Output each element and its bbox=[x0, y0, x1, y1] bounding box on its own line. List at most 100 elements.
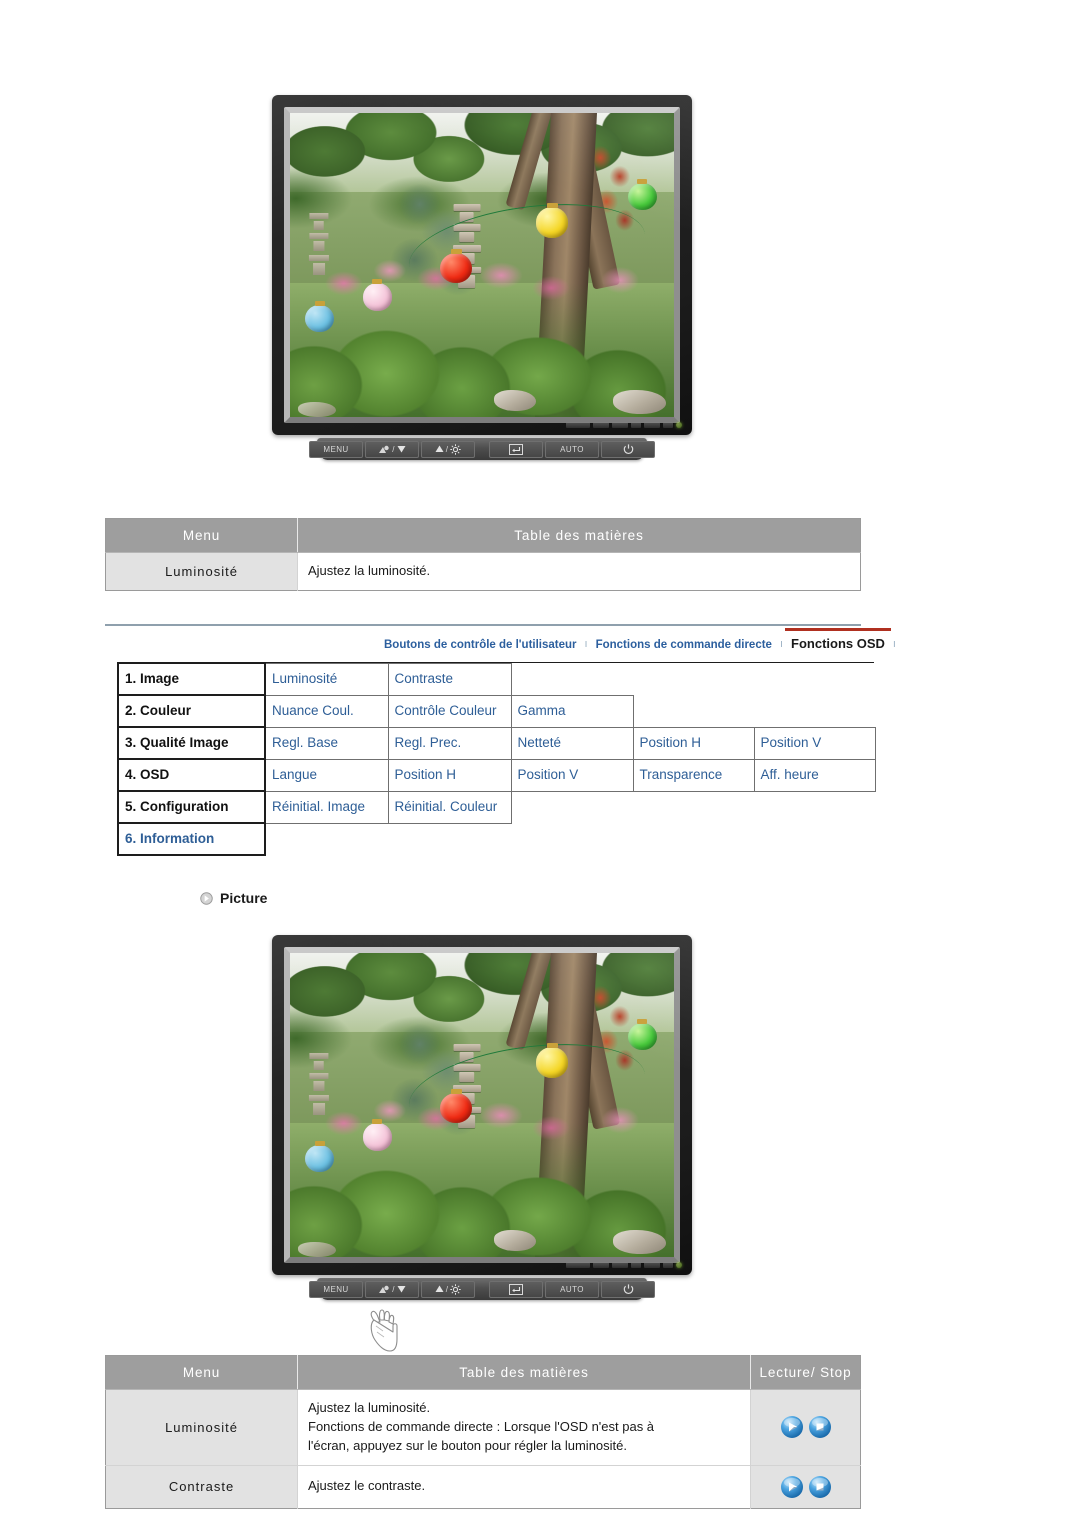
osd-level1-image[interactable]: 1. Image bbox=[117, 662, 266, 696]
enter-button[interactable] bbox=[489, 1280, 543, 1298]
osd-map-row-image-quality: 3. Qualité Image Regl. Base Regl. Prec. … bbox=[117, 726, 876, 760]
photo-rock bbox=[612, 389, 667, 414]
table-row: Contraste Ajustez le contraste. bbox=[105, 1465, 861, 1509]
section-heading-picture: Picture bbox=[200, 890, 267, 906]
osd-level1-setup[interactable]: 5. Configuration bbox=[117, 790, 266, 824]
nav-separator: ı bbox=[779, 638, 784, 650]
osd-level2-h-position[interactable]: Position H bbox=[387, 758, 512, 792]
osd-map-row-setup: 5. Configuration Réinitial. Image Réinit… bbox=[117, 790, 875, 824]
photo-lantern-yellow bbox=[535, 202, 569, 238]
photo-lantern-pink bbox=[362, 279, 392, 311]
monitor-inner-bezel bbox=[284, 947, 680, 1263]
osd-level2-image-reset[interactable]: Réinitial. Image bbox=[264, 790, 389, 824]
nav-tab-user-control-buttons[interactable]: Boutons de contrôle de l'utilisateur bbox=[378, 632, 583, 654]
table-header-row: Menu Table des matières Lecture/ Stop bbox=[105, 1355, 861, 1390]
osd-level2-gamma[interactable]: Gamma bbox=[510, 694, 634, 728]
photo-rock bbox=[493, 1229, 536, 1251]
source-down-button[interactable]: / bbox=[365, 440, 419, 458]
source-down-button[interactable]: / bbox=[365, 1280, 419, 1298]
osd-level2-coarse[interactable]: Regl. Base bbox=[264, 726, 389, 760]
arrow-up-icon bbox=[435, 1285, 444, 1292]
osd-level2-v-position[interactable]: Position V bbox=[753, 726, 876, 760]
photo-rock bbox=[297, 1241, 337, 1257]
play-icon[interactable] bbox=[780, 1415, 804, 1439]
description-line: Ajustez la luminosité. bbox=[308, 1400, 431, 1415]
osd-level1-color[interactable]: 2. Couleur bbox=[117, 694, 266, 728]
osd-menu-map: 1. Image Luminosité Contraste 2. Couleur… bbox=[117, 662, 876, 856]
label-chip-icon bbox=[593, 1262, 609, 1268]
monitor-bezel bbox=[272, 935, 692, 1275]
brightness-icon bbox=[450, 443, 462, 455]
enter-icon bbox=[509, 443, 523, 455]
stop-icon[interactable] bbox=[808, 1415, 832, 1439]
label-chip-icon bbox=[644, 422, 660, 428]
table-row: Luminosité Ajustez la luminosité. Foncti… bbox=[105, 1389, 861, 1466]
menu-button[interactable]: MENU bbox=[309, 1280, 363, 1298]
cell-play-stop bbox=[750, 1389, 861, 1466]
osd-level2-color-control[interactable]: Contrôle Couleur bbox=[387, 694, 512, 728]
osd-map-row-color: 2. Couleur Nuance Coul. Contrôle Couleur… bbox=[117, 694, 875, 728]
stop-icon[interactable] bbox=[808, 1475, 832, 1499]
enter-button[interactable] bbox=[489, 440, 543, 458]
power-led-icon bbox=[676, 1262, 682, 1268]
enter-icon bbox=[509, 1283, 523, 1295]
section-title: Picture bbox=[220, 890, 268, 906]
osd-empty-cell bbox=[754, 823, 875, 855]
nav-tab-direct-functions[interactable]: Fonctions de commande directe bbox=[590, 632, 778, 654]
osd-level2-display-time[interactable]: Aff. heure bbox=[753, 758, 876, 792]
osd-level1-information[interactable]: 6. Information bbox=[117, 822, 266, 856]
photo-lantern-pink bbox=[362, 1119, 392, 1151]
picture-menu-table: Menu Table des matières Lecture/ Stop Lu… bbox=[105, 1355, 861, 1509]
osd-level2-sharpness[interactable]: Netteté bbox=[510, 726, 634, 760]
brightness-icon bbox=[450, 1283, 462, 1295]
table-header-row: Menu Table des matières bbox=[105, 518, 861, 553]
auto-button[interactable]: AUTO bbox=[545, 1280, 599, 1298]
up-brightness-button[interactable]: / bbox=[421, 440, 475, 458]
osd-level1-osd[interactable]: 4. OSD bbox=[117, 758, 266, 792]
photo-lantern-blue bbox=[305, 1140, 335, 1172]
power-led-icon bbox=[676, 422, 682, 428]
osd-level2-contrast[interactable]: Contraste bbox=[387, 662, 512, 696]
osd-level2-v-position[interactable]: Position V bbox=[510, 758, 634, 792]
col-header-play-stop: Lecture/ Stop bbox=[750, 1355, 861, 1390]
menu-button[interactable]: MENU bbox=[309, 440, 363, 458]
osd-map-row-information: 6. Information bbox=[117, 822, 875, 856]
brand-logo-icon bbox=[566, 422, 590, 428]
play-icon[interactable] bbox=[780, 1475, 804, 1499]
up-brightness-button[interactable]: / bbox=[421, 1280, 475, 1298]
label-chip-icon bbox=[663, 1262, 673, 1268]
monitor-illustration-bottom: MENU / / AUTO bbox=[272, 935, 692, 1352]
source-icon bbox=[379, 1285, 389, 1293]
source-icon bbox=[379, 445, 389, 453]
label-chip-icon bbox=[593, 422, 609, 428]
osd-level2-brightness[interactable]: Luminosité bbox=[264, 662, 389, 696]
col-header-contents: Table des matières bbox=[297, 518, 861, 553]
osd-level2-transparency[interactable]: Transparence bbox=[632, 758, 755, 792]
photo-lantern-yellow bbox=[535, 1042, 569, 1078]
osd-empty-cell bbox=[511, 823, 633, 855]
osd-level2-color-reset[interactable]: Réinitial. Couleur bbox=[387, 790, 512, 824]
nav-tab-osd-functions[interactable]: Fonctions OSD bbox=[785, 628, 891, 654]
label-chip-icon bbox=[612, 1262, 628, 1268]
power-icon bbox=[623, 443, 633, 454]
monitor-control-bar-bottom: MENU / / AUTO bbox=[309, 1278, 655, 1352]
osd-level2-color-tone[interactable]: Nuance Coul. bbox=[264, 694, 389, 728]
arrow-up-icon bbox=[435, 445, 444, 452]
monitor-inner-bezel bbox=[284, 107, 680, 423]
power-button[interactable] bbox=[601, 440, 655, 458]
osd-level2-fine[interactable]: Regl. Prec. bbox=[387, 726, 512, 760]
auto-button[interactable]: AUTO bbox=[545, 440, 599, 458]
osd-empty-cell bbox=[633, 695, 754, 727]
brand-logo-icon bbox=[566, 1262, 590, 1268]
power-button[interactable] bbox=[601, 1280, 655, 1298]
cell-description: Ajustez la luminosité. Fonctions de comm… bbox=[297, 1389, 751, 1466]
osd-level2-language[interactable]: Langue bbox=[264, 758, 389, 792]
photo-rock bbox=[297, 401, 337, 417]
arrow-down-icon bbox=[397, 446, 406, 453]
col-header-contents: Table des matières bbox=[297, 1355, 751, 1390]
cell-menu-name: Contraste bbox=[105, 1465, 298, 1509]
osd-level2-h-position[interactable]: Position H bbox=[632, 726, 755, 760]
osd-level1-image-quality[interactable]: 3. Qualité Image bbox=[117, 726, 266, 760]
monitor-illustration-top: MENU / / AUTO bbox=[272, 95, 692, 460]
osd-empty-cell bbox=[754, 695, 875, 727]
